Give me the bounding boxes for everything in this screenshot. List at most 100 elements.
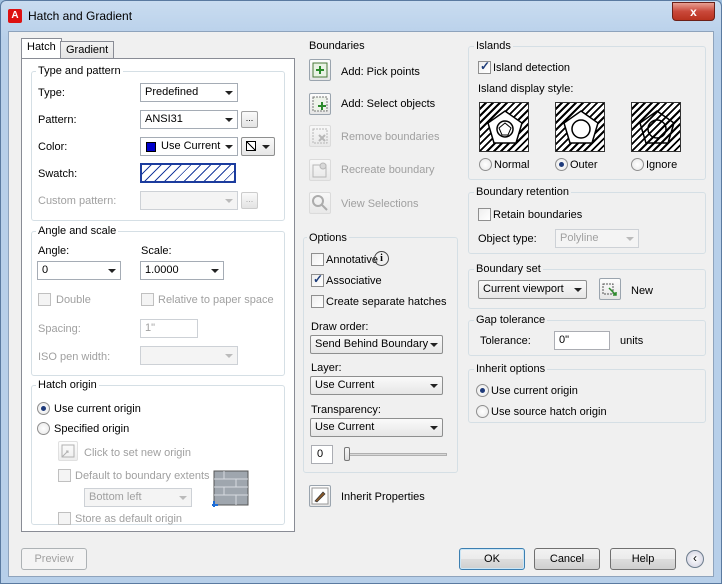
remove-boundaries-label[interactable]: Remove boundaries [341, 131, 439, 143]
tolerance-input[interactable]: 0" [554, 331, 610, 350]
angle-value: 0 [42, 264, 49, 276]
pattern-browse-button[interactable]: ... [241, 111, 258, 128]
swatch-label: Swatch: [38, 168, 78, 180]
specified-origin-radio[interactable] [37, 422, 50, 435]
inherit-current-origin-radio[interactable] [476, 384, 489, 397]
collapse-chevron-icon[interactable]: ‹ [686, 550, 704, 568]
object-type-dropdown[interactable]: Polyline [555, 229, 639, 248]
close-button[interactable]: x [672, 2, 715, 21]
island-ignore-label: Ignore [646, 159, 678, 171]
inherit-properties-label[interactable]: Inherit Properties [341, 491, 425, 503]
inherit-source-origin-radio[interactable] [476, 405, 489, 418]
inherit-properties-button[interactable] [309, 485, 331, 507]
dialog-window: A Hatch and Gradient x Hatch Gradient Ty… [0, 0, 722, 584]
island-normal-radio[interactable] [479, 158, 492, 171]
iso-pen-width-dropdown[interactable] [140, 346, 238, 365]
associative-label: Associative [326, 275, 382, 287]
draw-order-value: Send Behind Boundary [315, 338, 429, 350]
relative-paper-space-label: Relative to paper space [158, 294, 274, 306]
magnifier-icon [312, 195, 328, 211]
pick-points-label[interactable]: Add: Pick points [341, 66, 420, 78]
chevron-down-icon [179, 496, 187, 500]
origin-position-dropdown[interactable]: Bottom left [84, 488, 192, 507]
island-outer-radio[interactable] [555, 158, 568, 171]
pick-points-button[interactable] [309, 59, 331, 81]
default-extents-checkbox[interactable] [58, 469, 71, 482]
island-ignore-preview[interactable] [631, 102, 681, 152]
associative-checkbox[interactable] [311, 272, 324, 287]
annotative-checkbox[interactable] [311, 253, 324, 266]
retain-boundaries-checkbox[interactable] [478, 208, 491, 221]
chevron-down-icon [430, 384, 438, 388]
double-checkbox[interactable] [38, 293, 51, 306]
custom-pattern-dropdown[interactable] [140, 191, 238, 210]
gap-tolerance-title: Gap tolerance [474, 314, 548, 326]
color-label: Color: [38, 141, 68, 153]
new-boundary-set-button[interactable] [599, 278, 621, 300]
pattern-dropdown[interactable]: ANSI31 [140, 110, 238, 129]
transparency-dropdown[interactable]: Use Current [310, 418, 443, 437]
tab-hatch[interactable]: Hatch [21, 38, 62, 58]
hatch-origin-title: Hatch origin [36, 379, 99, 391]
recreate-boundary-button[interactable] [309, 159, 331, 181]
ok-button[interactable]: OK [459, 548, 525, 570]
custom-pattern-label: Custom pattern: [38, 195, 117, 207]
island-detection-checkbox[interactable] [478, 59, 491, 74]
type-dropdown[interactable]: Predefined [140, 83, 238, 102]
draw-order-dropdown[interactable]: Send Behind Boundary [310, 335, 443, 354]
retain-boundaries-label: Retain boundaries [493, 209, 583, 221]
boundary-set-value: Current viewport [483, 283, 564, 295]
use-current-origin-label: Use current origin [54, 403, 141, 415]
background-color-dropdown[interactable] [241, 137, 275, 156]
layer-value: Use Current [315, 379, 375, 391]
transparency-slider[interactable] [345, 453, 447, 456]
info-icon[interactable]: i [374, 251, 389, 266]
select-objects-button[interactable] [309, 93, 331, 115]
angle-dropdown[interactable]: 0 [37, 261, 121, 280]
default-extents-label: Default to boundary extents [75, 470, 210, 482]
hatch-swatch-preview[interactable] [140, 163, 236, 183]
boundary-set-dropdown[interactable]: Current viewport [478, 280, 587, 299]
island-normal-preview[interactable] [479, 102, 529, 152]
transparency-input[interactable]: 0 [311, 445, 333, 464]
cancel-button[interactable]: Cancel [534, 548, 600, 570]
title-bar[interactable]: A Hatch and Gradient x [1, 1, 721, 31]
pick-points-icon [312, 62, 328, 78]
tab-gradient[interactable]: Gradient [60, 41, 115, 59]
chevron-down-icon [225, 118, 233, 122]
island-style-label: Island display style: [478, 83, 574, 95]
transparency-slider-thumb[interactable] [344, 447, 350, 461]
island-outer-preview[interactable] [555, 102, 605, 152]
separate-hatches-checkbox[interactable] [311, 295, 324, 308]
set-origin-icon [61, 444, 75, 458]
use-current-origin-radio[interactable] [37, 402, 50, 415]
object-type-label: Object type: [478, 233, 537, 245]
spacing-input[interactable]: 1" [140, 319, 198, 338]
transparency-label: Transparency: [311, 404, 381, 416]
color-dropdown[interactable]: Use Current [140, 137, 238, 156]
view-selections-button[interactable] [309, 192, 331, 214]
click-set-origin-label: Click to set new origin [84, 447, 191, 459]
view-selections-label[interactable]: View Selections [341, 198, 418, 210]
layer-dropdown[interactable]: Use Current [310, 376, 443, 395]
recreate-boundary-label[interactable]: Recreate boundary [341, 164, 435, 176]
chevron-down-icon [225, 199, 233, 203]
remove-boundaries-button[interactable] [309, 125, 331, 147]
scale-dropdown[interactable]: 1.0000 [140, 261, 224, 280]
custom-pattern-browse-button[interactable]: ... [241, 192, 258, 209]
color-value: Use Current [161, 140, 221, 152]
island-ignore-radio[interactable] [631, 158, 644, 171]
angle-scale-title: Angle and scale [36, 225, 119, 237]
help-button[interactable]: Help [610, 548, 676, 570]
preview-button[interactable]: Preview [21, 548, 87, 570]
store-default-origin-checkbox[interactable] [58, 512, 71, 525]
new-selection-icon [602, 283, 617, 296]
click-set-origin-button[interactable] [58, 441, 78, 461]
select-objects-label[interactable]: Add: Select objects [341, 98, 435, 110]
annotative-label: Annotative [326, 254, 378, 266]
relative-paper-space-checkbox[interactable] [141, 293, 154, 306]
store-default-origin-label: Store as default origin [75, 513, 183, 525]
boundary-set-title: Boundary set [474, 263, 543, 275]
chevron-down-icon [108, 269, 116, 273]
new-label: New [631, 285, 654, 297]
